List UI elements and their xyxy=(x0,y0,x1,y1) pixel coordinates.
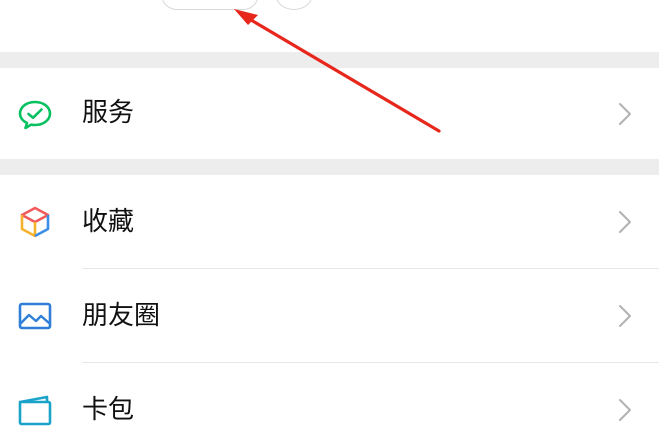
section-gap xyxy=(0,52,659,68)
menu-item-moments[interactable]: 朋友圈 xyxy=(0,269,659,362)
wechat-pay-icon xyxy=(18,100,52,130)
menu-item-label: 卡包 xyxy=(82,395,135,425)
menu-item-label: 服务 xyxy=(82,98,135,128)
menu-item-services[interactable]: 服务 xyxy=(0,68,659,159)
menu-item-label: 收藏 xyxy=(82,207,135,237)
me-page: 服务 收藏 朋友圈 卡包 xyxy=(0,0,659,439)
card-wallet-icon xyxy=(18,395,52,426)
section-gap xyxy=(0,159,659,175)
photo-icon xyxy=(18,302,52,330)
more-circle-icon[interactable] xyxy=(275,0,313,10)
chevron-right-icon xyxy=(619,211,631,233)
cube-icon xyxy=(20,206,50,238)
menu-item-label: 朋友圈 xyxy=(82,301,161,331)
status-pill[interactable] xyxy=(161,0,259,10)
profile-header xyxy=(0,0,659,52)
chevron-right-icon xyxy=(619,305,631,327)
menu-item-card-wallet[interactable]: 卡包 xyxy=(0,363,659,439)
menu-item-favorites[interactable]: 收藏 xyxy=(0,175,659,268)
chevron-right-icon xyxy=(619,399,631,421)
chevron-right-icon xyxy=(619,103,631,125)
